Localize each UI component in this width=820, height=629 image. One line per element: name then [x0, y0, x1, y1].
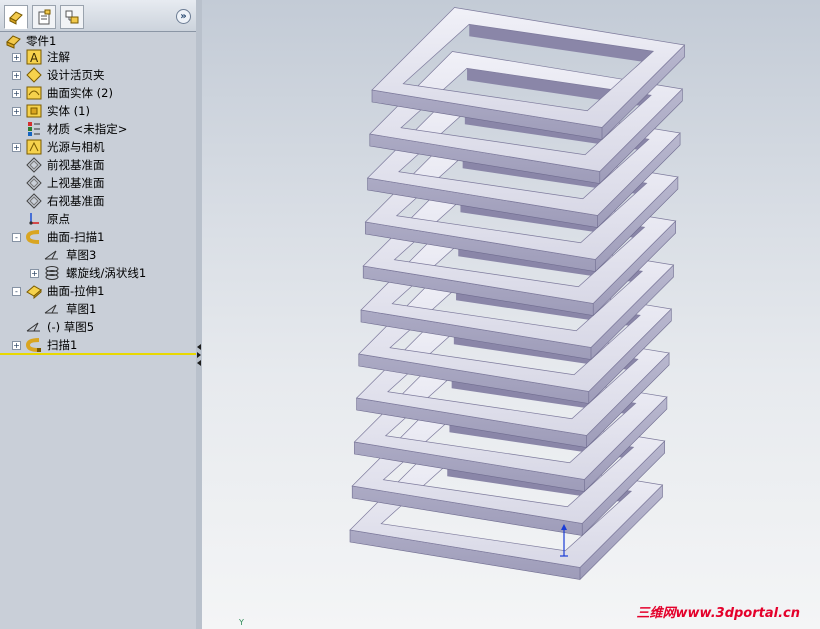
collapse-left-arrow-icon[interactable] — [197, 360, 201, 366]
surface-bodies-icon — [26, 86, 42, 100]
expand-toggle[interactable]: + — [12, 53, 21, 62]
tree-item-origin[interactable]: 原点 — [0, 210, 196, 228]
tree-item-label: 右视基准面 — [47, 194, 105, 208]
expand-toggle[interactable]: + — [12, 143, 21, 152]
tree-item-top-plane[interactable]: 上视基准面 — [0, 174, 196, 192]
tree-item-annotations[interactable]: + A 注解 — [0, 48, 196, 66]
material-icon — [28, 122, 40, 136]
collapse-toggle[interactable]: - — [12, 287, 21, 296]
solid-bodies-icon — [26, 104, 42, 118]
rollback-bar[interactable] — [0, 353, 196, 355]
surface-sweep-icon — [26, 230, 40, 244]
tab-property-manager[interactable] — [32, 5, 56, 29]
tree-item-solid-bodies[interactable]: + 实体 (1) — [0, 102, 196, 120]
part-icon — [6, 35, 21, 49]
tree-item-helix1[interactable]: + 螺旋线/涡状线1 — [0, 264, 196, 282]
tree-item-material[interactable]: 材质 <未指定> — [0, 120, 196, 138]
expand-toggle[interactable]: + — [12, 341, 21, 350]
origin-icon — [29, 213, 39, 225]
feature-manager-icon — [9, 11, 23, 25]
plane-icon — [26, 157, 42, 173]
tree-item-surface-sweep1[interactable]: - 曲面-扫描1 — [0, 228, 196, 246]
lights-cameras-icon — [26, 139, 42, 155]
sketch-icon — [26, 322, 40, 332]
tree-item-label: (-) 草图5 — [47, 320, 95, 334]
sketch-icon — [44, 250, 58, 260]
tree-item-lights-cameras[interactable]: + 光源与相机 — [0, 138, 196, 156]
tree-item-label: 螺旋线/涡状线1 — [66, 266, 147, 280]
tree-item-surface-extrude1[interactable]: - 曲面-拉伸1 — [0, 282, 196, 300]
design-binder-icon — [26, 67, 42, 83]
tree-item-sketch5[interactable]: (-) 草图5 — [0, 318, 196, 336]
expand-toggle[interactable]: + — [30, 269, 39, 278]
helix-icon — [45, 266, 59, 280]
property-manager-icon — [38, 9, 51, 25]
feature-manager-panel: » 零件1 + A 注解 + 设计活页夹 + 曲面实体 (2) + 实体 (1)… — [0, 0, 198, 629]
tree-item-label: 草图3 — [66, 248, 97, 262]
tree-item-label: 曲面实体 (2) — [47, 86, 113, 100]
collapse-toggle[interactable]: - — [12, 233, 21, 242]
plane-icon — [26, 175, 42, 191]
expand-toggle[interactable]: + — [12, 89, 21, 98]
surface-extrude-icon — [26, 285, 42, 299]
tree-item-label: 草图1 — [66, 302, 97, 316]
tree-item-surface-bodies[interactable]: + 曲面实体 (2) — [0, 84, 196, 102]
tree-item-label: 上视基准面 — [47, 176, 105, 190]
tree-item-label: 原点 — [47, 212, 70, 226]
tree-item-label: 注解 — [47, 50, 70, 64]
tree-item-sketch3[interactable]: 草图3 — [0, 246, 196, 264]
coil-spring-model[interactable] — [202, 0, 820, 629]
axis-label: Y — [239, 618, 244, 627]
graphics-viewport[interactable]: Y 三维网www.3dportal.cn — [202, 0, 820, 629]
tree-item-sweep1[interactable]: + 扫描1 — [0, 336, 196, 354]
collapse-left-arrow-icon[interactable] — [197, 344, 201, 350]
tree-item-sketch1[interactable]: 草图1 — [0, 300, 196, 318]
sketch-icon — [44, 304, 58, 314]
tab-configuration-manager[interactable] — [60, 5, 84, 29]
tree-item-design-binder[interactable]: + 设计活页夹 — [0, 66, 196, 84]
tree-item-label: 光源与相机 — [47, 140, 105, 154]
annotations-icon: A — [26, 49, 42, 65]
tree-item-right-plane[interactable]: 右视基准面 — [0, 192, 196, 210]
tree-item-label: 实体 (1) — [47, 104, 90, 118]
plane-icon — [26, 193, 42, 209]
expand-toggle[interactable]: + — [12, 71, 21, 80]
configuration-manager-icon — [65, 10, 79, 24]
sweep-icon — [26, 338, 41, 352]
tree-item-label: 曲面-扫描1 — [47, 230, 105, 244]
tab-feature-manager[interactable] — [4, 5, 28, 29]
watermark-text: 三维网www.3dportal.cn — [636, 606, 800, 621]
expand-panel-button[interactable]: » — [176, 9, 191, 24]
tree-item-label: 材质 <未指定> — [47, 122, 128, 136]
expand-right-arrow-icon[interactable] — [197, 352, 201, 358]
tree-item-label: 曲面-拉伸1 — [47, 284, 105, 298]
svg-text:A: A — [30, 51, 39, 65]
expand-toggle[interactable]: + — [12, 107, 21, 116]
tree-item-label: 前视基准面 — [47, 158, 105, 172]
panel-tab-bar: » — [0, 0, 197, 32]
tree-item-front-plane[interactable]: 前视基准面 — [0, 156, 196, 174]
tree-item-label: 扫描1 — [47, 338, 78, 352]
coil-turns — [349, 7, 686, 581]
tree-item-label: 设计活页夹 — [47, 68, 105, 82]
